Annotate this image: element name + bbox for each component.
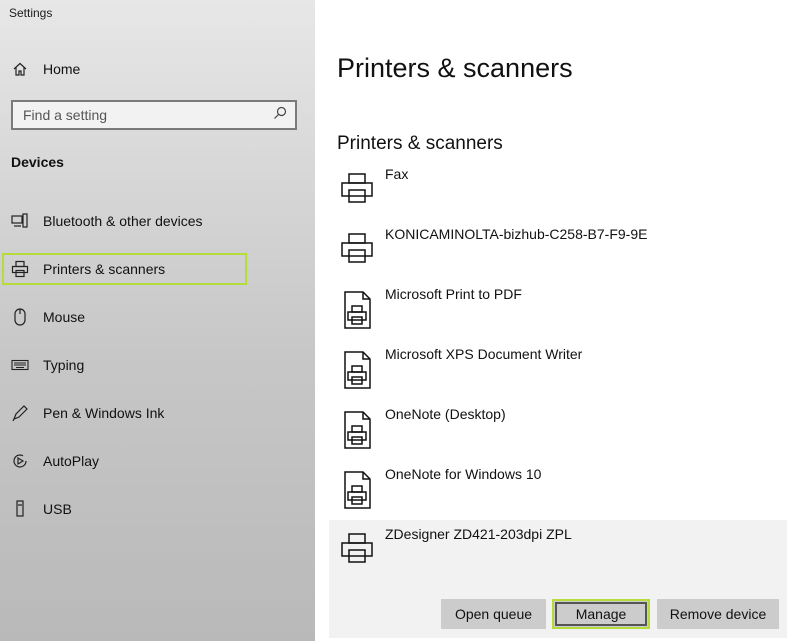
printer-icon xyxy=(11,260,29,278)
open-queue-button[interactable]: Open queue xyxy=(441,599,546,629)
device-item-konica[interactable]: KONICAMINOLTA-bizhub-C258-B7-F9-9E xyxy=(329,220,787,280)
search-icon[interactable] xyxy=(273,106,287,125)
device-name: Microsoft Print to PDF xyxy=(385,286,522,302)
sidebar-item-typing[interactable]: Typing xyxy=(2,349,247,381)
remove-device-button[interactable]: Remove device xyxy=(657,599,779,629)
sidebar: Settings Home Devices Bluetooth & other … xyxy=(0,0,315,641)
printer-icon xyxy=(339,230,375,266)
device-item-xps-writer[interactable]: Microsoft XPS Document Writer xyxy=(329,340,787,400)
autoplay-icon xyxy=(11,452,29,470)
printer-icon xyxy=(339,170,375,206)
device-item-onenote-win10[interactable]: OneNote for Windows 10 xyxy=(329,460,787,520)
sidebar-item-label: Bluetooth & other devices xyxy=(43,213,203,229)
sidebar-item-pen[interactable]: Pen & Windows Ink xyxy=(2,397,247,429)
main-content: Printers & scanners Printers & scanners … xyxy=(315,0,801,641)
device-name: OneNote for Windows 10 xyxy=(385,466,542,482)
search-input[interactable] xyxy=(23,107,273,123)
device-name: Fax xyxy=(385,166,409,182)
device-item-zdesigner[interactable]: ZDesigner ZD421-203dpi ZPL Open queue Ma… xyxy=(329,520,787,638)
sidebar-item-label: Typing xyxy=(43,357,85,373)
document-printer-icon xyxy=(339,410,375,449)
pen-icon xyxy=(11,404,29,422)
search-box[interactable] xyxy=(11,100,297,130)
device-name: ZDesigner ZD421-203dpi ZPL xyxy=(385,526,572,542)
printer-icon xyxy=(339,530,375,566)
document-printer-icon xyxy=(339,350,375,389)
sidebar-item-mouse[interactable]: Mouse xyxy=(2,301,247,333)
device-item-print-to-pdf[interactable]: Microsoft Print to PDF xyxy=(329,280,787,340)
sidebar-item-autoplay[interactable]: AutoPlay xyxy=(2,445,247,477)
device-name: OneNote (Desktop) xyxy=(385,406,506,422)
home-label: Home xyxy=(43,61,81,77)
sidebar-item-label: Printers & scanners xyxy=(43,261,166,277)
sidebar-item-label: Pen & Windows Ink xyxy=(43,405,165,421)
document-printer-icon xyxy=(339,290,375,329)
sidebar-item-printers[interactable]: Printers & scanners xyxy=(2,253,247,285)
keyboard-icon xyxy=(11,356,29,374)
document-printer-icon xyxy=(339,470,375,509)
sidebar-item-usb[interactable]: USB xyxy=(2,493,247,525)
manage-button[interactable]: Manage xyxy=(552,599,650,629)
sidebar-item-label: Mouse xyxy=(43,309,86,325)
usb-icon xyxy=(11,500,29,518)
device-name: KONICAMINOLTA-bizhub-C258-B7-F9-9E xyxy=(385,226,648,242)
section-header-devices: Devices xyxy=(11,154,64,170)
section-title: Printers & scanners xyxy=(337,133,503,154)
sidebar-item-label: AutoPlay xyxy=(43,453,100,469)
bluetooth-devices-icon xyxy=(11,212,29,230)
mouse-icon xyxy=(11,308,29,326)
device-item-fax[interactable]: Fax xyxy=(329,160,787,220)
app-title: Settings xyxy=(9,6,53,20)
sidebar-item-label: USB xyxy=(43,501,72,517)
sidebar-item-bluetooth[interactable]: Bluetooth & other devices xyxy=(2,205,247,237)
home-link[interactable]: Home xyxy=(11,58,80,80)
device-name: Microsoft XPS Document Writer xyxy=(385,346,583,362)
page-title: Printers & scanners xyxy=(337,53,573,83)
home-icon xyxy=(11,60,29,78)
device-item-onenote-desktop[interactable]: OneNote (Desktop) xyxy=(329,400,787,460)
